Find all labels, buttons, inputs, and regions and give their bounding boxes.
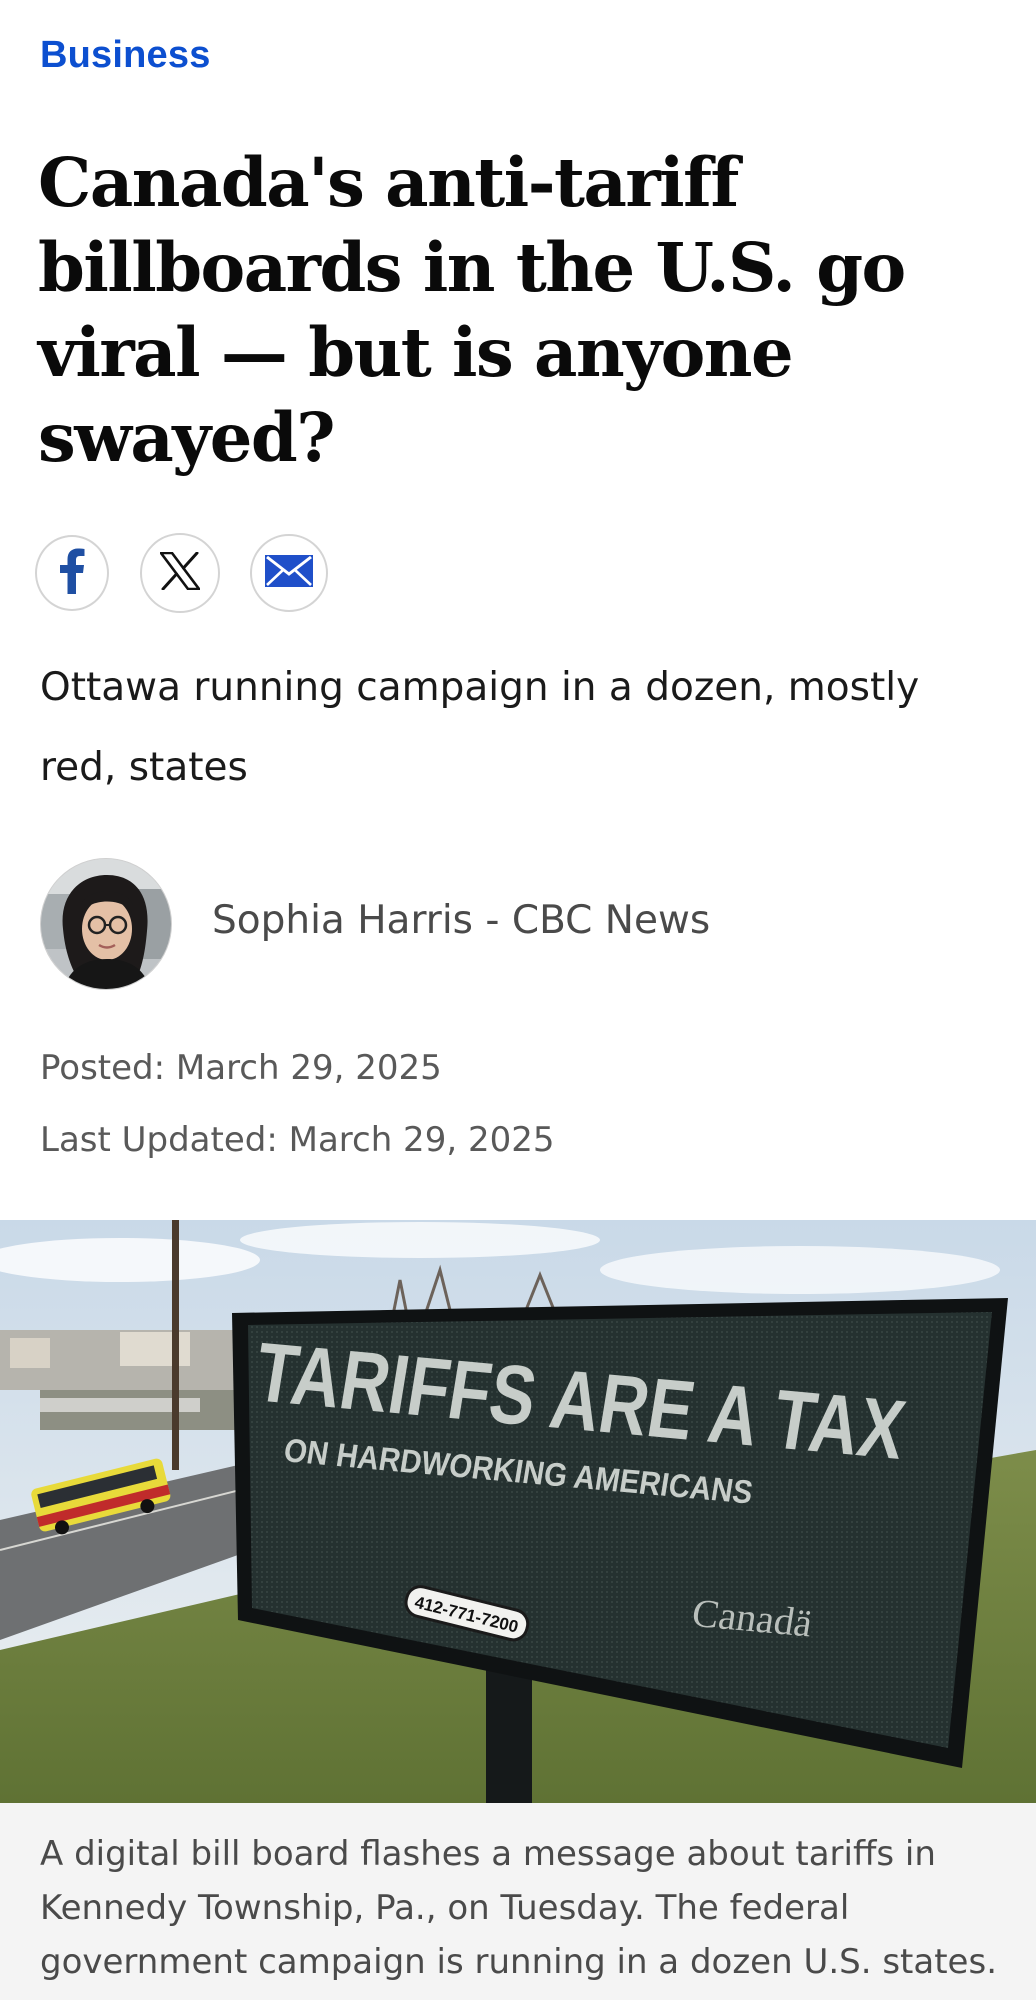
caption-area: A digital bill board flashes a message a… (0, 1803, 1036, 2000)
section-link-business[interactable]: Business (40, 34, 211, 77)
article-headline: Canada's anti-tariff billboards in the U… (38, 143, 906, 477)
share-email-button[interactable] (250, 534, 328, 612)
share-x-button[interactable] (140, 533, 220, 613)
share-facebook-button[interactable] (35, 535, 109, 611)
updated-date: Last Updated: March 29, 2025 (40, 1120, 555, 1160)
facebook-icon (57, 548, 87, 598)
author-byline[interactable]: Sophia Harris - CBC News (212, 898, 710, 943)
x-icon (159, 551, 201, 594)
mail-icon (265, 555, 313, 591)
image-caption: A digital bill board flashes a message a… (40, 1834, 997, 2000)
hero-image: TARIFFS ARE A TAX ON HARDWORKING AMERICA… (0, 1220, 1036, 1803)
posted-date: Posted: March 29, 2025 (40, 1048, 442, 1088)
article-deck: Ottawa running campaign in a dozen, most… (40, 665, 920, 790)
author-avatar[interactable] (40, 858, 172, 990)
